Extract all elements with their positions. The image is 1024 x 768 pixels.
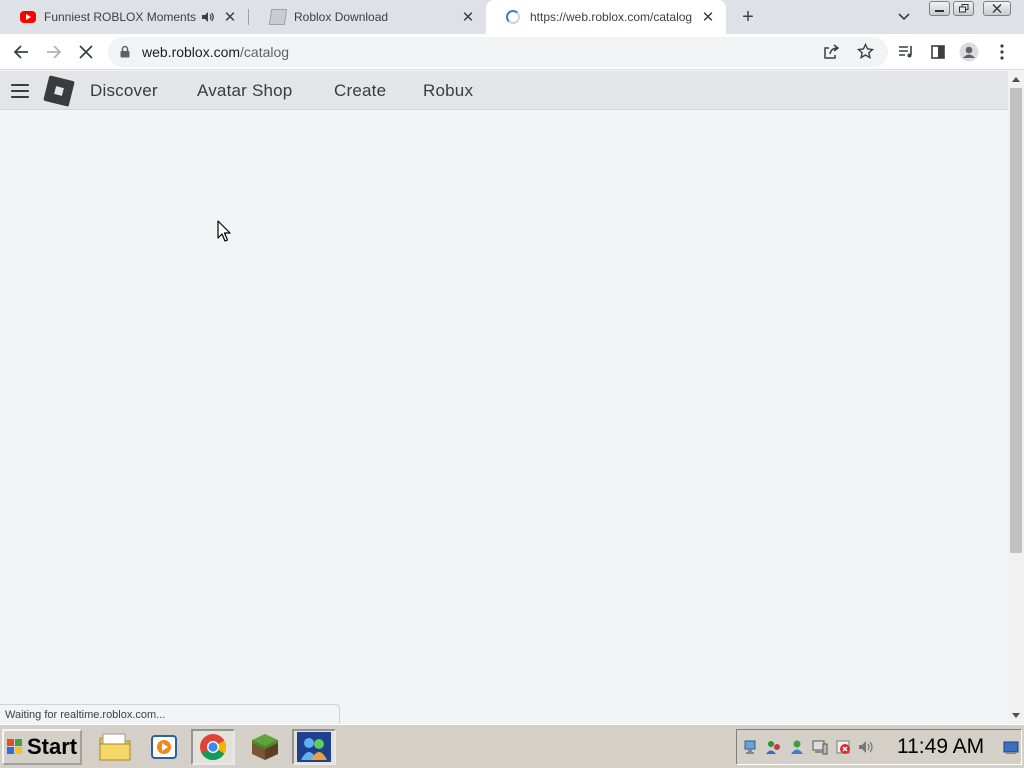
loading-spinner-icon: [506, 9, 522, 25]
tab-close-icon[interactable]: ✕: [222, 9, 238, 26]
messenger-status-icon[interactable]: [789, 739, 805, 755]
network-icon[interactable]: [743, 739, 759, 755]
browser-toolbar: web.roblox.com/catalog: [0, 34, 1024, 70]
window-minimize-button[interactable]: [929, 1, 950, 16]
browser-tab-strip: Funniest ROBLOX Moments of 2 ✕ Roblox Do…: [0, 0, 1024, 34]
clock[interactable]: 11:49 AM: [897, 730, 984, 764]
tab-divider: [248, 9, 249, 25]
computer-icon[interactable]: [812, 739, 828, 755]
avatar-icon: [959, 42, 979, 62]
mouse-cursor-icon: [217, 220, 231, 242]
address-bar[interactable]: web.roblox.com/catalog: [108, 37, 888, 67]
youtube-icon: [20, 9, 36, 25]
volume-icon[interactable]: [858, 739, 874, 755]
nav-create[interactable]: Create: [334, 71, 386, 110]
messenger-icon[interactable]: [292, 729, 336, 765]
speaker-icon[interactable]: [200, 9, 216, 25]
side-panel-button[interactable]: [926, 40, 950, 64]
media-controls-button[interactable]: [894, 40, 918, 64]
show-desktop-icon[interactable]: [1003, 739, 1019, 755]
tab-title: Funniest ROBLOX Moments of 2: [44, 10, 200, 24]
nav-avatar-shop[interactable]: Avatar Shop: [197, 71, 292, 110]
file-explorer-icon[interactable]: [93, 729, 137, 765]
tab-funniest-roblox-moments[interactable]: Funniest ROBLOX Moments of 2 ✕: [0, 0, 248, 34]
start-label: Start: [27, 734, 78, 759]
url-path: /catalog: [240, 44, 290, 60]
chrome-icon[interactable]: [191, 729, 235, 765]
vertical-scrollbar[interactable]: [1008, 71, 1024, 724]
tab-search-chevron-icon[interactable]: [894, 8, 914, 26]
security-alert-icon[interactable]: [835, 739, 851, 755]
address-url[interactable]: web.roblox.com/catalog: [142, 37, 289, 67]
media-queue-icon: [899, 46, 912, 58]
side-panel-icon: [931, 45, 945, 59]
tab-roblox-download[interactable]: Roblox Download ✕: [250, 0, 486, 34]
nav-discover[interactable]: Discover: [90, 71, 158, 110]
tab-close-icon[interactable]: ✕: [460, 9, 476, 26]
tab-title: https://web.roblox.com/catalog: [530, 10, 693, 24]
stop-loading-button[interactable]: [74, 40, 98, 64]
close-icon: [79, 45, 93, 59]
nav-robux[interactable]: Robux: [423, 71, 473, 110]
lock-icon: [120, 45, 130, 58]
tab-roblox-catalog[interactable]: https://web.roblox.com/catalog ✕: [486, 0, 726, 34]
tab-close-icon[interactable]: ✕: [700, 9, 716, 26]
profile-button[interactable]: [957, 40, 981, 64]
scroll-down-arrow-icon[interactable]: [1012, 713, 1020, 718]
scrollbar-thumb[interactable]: [1010, 88, 1022, 553]
media-player-icon[interactable]: [142, 729, 186, 765]
back-button[interactable]: [9, 40, 33, 64]
bookmark-star-icon[interactable]: [856, 42, 875, 65]
system-tray: 11:49 AM: [736, 729, 1022, 765]
window-close-button[interactable]: [983, 1, 1011, 16]
taskbar: Start 11:49 AM: [0, 724, 1024, 768]
scroll-up-arrow-icon[interactable]: [1012, 77, 1020, 82]
browser-menu-button[interactable]: [990, 40, 1014, 64]
new-tab-button[interactable]: +: [737, 6, 759, 28]
document-icon: [268, 9, 288, 25]
windows-flag-icon: [7, 739, 23, 755]
roblox-logo-icon[interactable]: [43, 75, 75, 107]
start-button[interactable]: Start: [2, 729, 82, 765]
status-bubble: Waiting for realtime.roblox.com...: [0, 704, 340, 724]
back-arrow-icon: [13, 45, 28, 59]
tab-title: Roblox Download: [294, 10, 389, 24]
page-content: Discover Avatar Shop Create Robux: [0, 71, 1008, 724]
forward-arrow-icon: [47, 45, 62, 59]
roblox-header: Discover Avatar Shop Create Robux: [0, 71, 1008, 110]
window-restore-button[interactable]: [953, 1, 974, 16]
url-host: web.roblox.com: [142, 44, 241, 60]
hamburger-menu-icon[interactable]: [11, 84, 29, 98]
users-icon[interactable]: [766, 739, 782, 755]
kebab-menu-icon: [1000, 44, 1004, 60]
forward-button[interactable]: [42, 40, 66, 64]
share-icon[interactable]: [823, 44, 840, 65]
minecraft-icon[interactable]: [243, 729, 287, 765]
